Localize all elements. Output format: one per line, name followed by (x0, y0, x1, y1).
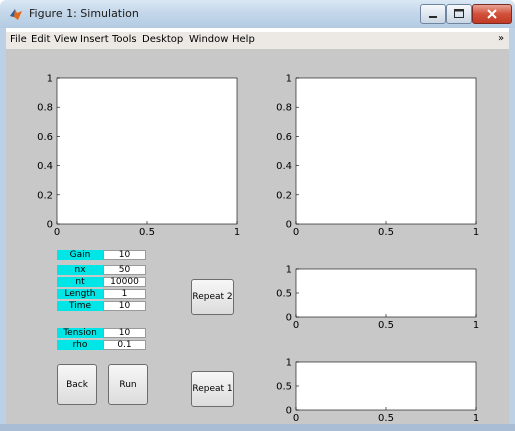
maximize-icon (454, 9, 464, 18)
axes-top-right-ytick-label-0: 0 (286, 220, 292, 231)
axes-bottom-right-box (295, 361, 477, 411)
nx-input[interactable]: 50 (103, 265, 146, 275)
axes-top-left-ytick-label-3: 0.6 (37, 132, 53, 143)
gain-input[interactable]: 10 (103, 250, 146, 260)
axes-top-right-ytick-label-1: 0.2 (276, 190, 292, 201)
menu-tools[interactable]: Tools (112, 34, 137, 45)
axes-top-right-ytick-label-4: 0.8 (276, 103, 292, 114)
back-button[interactable]: Back (57, 364, 97, 405)
axes-top-right-ytick-label-5: 1 (286, 74, 292, 85)
axes-mid-right-box (295, 268, 477, 318)
axes-top-left-xtick-label-0: 0 (54, 227, 60, 238)
title-bar[interactable]: Figure 1: Simulation (0, 0, 515, 28)
window-frame-right (509, 28, 515, 431)
toolbar-toggle-icon[interactable]: » (498, 33, 504, 44)
window-title: Figure 1: Simulation (29, 7, 139, 20)
maximize-button[interactable] (446, 4, 472, 24)
window-frame-bottom (0, 424, 515, 431)
run-button[interactable]: Run (108, 364, 148, 405)
axes-top-right-xtick-label-2: 1 (473, 227, 479, 238)
axes-top-left-ytick-label-1: 0.2 (37, 190, 53, 201)
axes-bottom-right-ytick-label-0: 0 (286, 406, 292, 417)
axes-top-right-ytick-label-2: 0.4 (276, 161, 292, 172)
menu-desktop[interactable]: Desktop (142, 34, 183, 45)
matlab-icon (10, 9, 22, 20)
menu-help[interactable]: Help (232, 34, 255, 45)
axes-bottom-right-xtick-label-1: 0.5 (378, 413, 394, 424)
axes-top-left-ytick-label-2: 0.4 (37, 161, 53, 172)
axes-top-left-ytick-label-5: 1 (47, 74, 53, 85)
menu-edit[interactable]: Edit (31, 34, 50, 45)
rho-input[interactable]: 0.1 (103, 340, 146, 350)
axes-bottom-right-ytick-label-2: 1 (286, 358, 292, 369)
axes-top-right-xtick-label-1: 0.5 (378, 227, 394, 238)
nx-label: nx (57, 265, 103, 275)
minimize-icon (429, 16, 437, 18)
tension-input[interactable]: 10 (103, 328, 146, 338)
axes-bottom-right-xtick-label-2: 1 (473, 413, 479, 424)
axes-top-left-box (56, 77, 238, 225)
axes-mid-right-xtick-label-2: 1 (473, 320, 479, 331)
axes-top-left-xtick-label-1: 0.5 (139, 227, 155, 238)
axes-bottom-right-ytick-label-1: 0.5 (276, 382, 292, 393)
axes-bottom-right-xtick-label-0: 0 (293, 413, 299, 424)
axes-mid-right-ytick-label-2: 1 (286, 265, 292, 276)
menu-bar: File Edit View Insert Tools Desktop Wind… (6, 32, 509, 49)
repeat-2-button[interactable]: Repeat 2 (191, 279, 234, 315)
figure-canvas: 0 0.5 1 0 0.2 0.4 0.6 0.8 1 0 0.5 1 0 0.2 0.4 0.6 0.8 1 0 0… (6, 49, 509, 424)
axes-mid-right-ytick-label-1: 0.5 (276, 289, 292, 300)
time-label: Time (57, 301, 103, 311)
close-icon (487, 9, 497, 19)
axes-mid-right-ytick-label-0: 0 (286, 313, 292, 324)
tension-label: Tension (57, 328, 103, 338)
axes-mid-right-xtick-label-0: 0 (293, 320, 299, 331)
axes-top-right-ytick-label-3: 0.6 (276, 132, 292, 143)
length-label: Length (57, 289, 103, 299)
minimize-button[interactable] (420, 4, 446, 24)
axes-top-right-xtick-label-0: 0 (293, 227, 299, 238)
nt-label: nt (57, 277, 103, 287)
nt-input[interactable]: 10000 (103, 277, 146, 287)
repeat-1-button[interactable]: Repeat 1 (191, 371, 234, 407)
time-input[interactable]: 10 (103, 301, 146, 311)
figure-window: Figure 1: Simulation File Edit View Inse… (0, 0, 515, 431)
gain-label: Gain (57, 250, 103, 260)
axes-top-left-ytick-label-4: 0.8 (37, 103, 53, 114)
menu-window[interactable]: Window (189, 34, 228, 45)
close-button[interactable] (472, 4, 512, 24)
menu-insert[interactable]: Insert (80, 34, 109, 45)
rho-label: rho (57, 340, 103, 350)
axes-top-right-box (295, 77, 477, 225)
length-input[interactable]: 1 (103, 289, 146, 299)
menu-file[interactable]: File (10, 34, 27, 45)
axes-top-left-xtick-label-2: 1 (234, 227, 240, 238)
axes-mid-right-xtick-label-1: 0.5 (378, 320, 394, 331)
menu-view[interactable]: View (54, 34, 78, 45)
axes-top-left-ytick-label-0: 0 (47, 220, 53, 231)
